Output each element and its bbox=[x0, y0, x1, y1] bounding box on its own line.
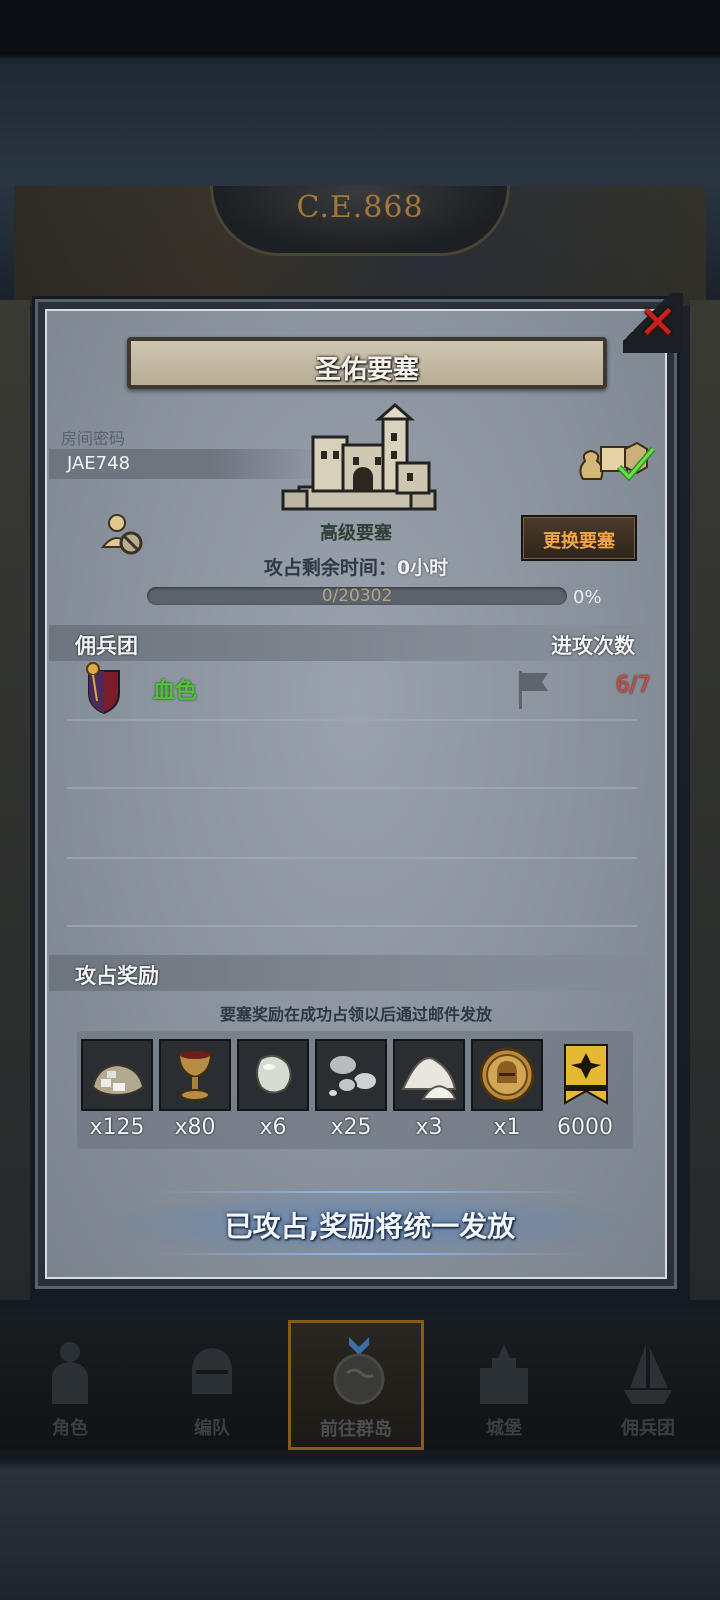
nav-item-mercenaries[interactable]: 佣兵团 bbox=[580, 1330, 716, 1450]
reward-item[interactable]: x125 bbox=[81, 1039, 153, 1143]
member-blocked-icon bbox=[100, 514, 143, 555]
mercenary-section-header: 佣兵团 进攻次数 bbox=[49, 625, 649, 661]
reward-slot bbox=[159, 1039, 231, 1111]
capture-progress-text: 0/20302 bbox=[321, 586, 393, 606]
close-button[interactable]: ✕ bbox=[623, 293, 683, 353]
salt-pile-icon bbox=[401, 1057, 457, 1100]
era-badge: C.E.868 bbox=[210, 186, 510, 256]
reward-item[interactable]: x80 bbox=[159, 1039, 231, 1143]
reward-slot bbox=[81, 1039, 153, 1111]
claimed-status-banner: 已攻占,奖励将统一发放 bbox=[107, 1189, 633, 1259]
reward-qty: x25 bbox=[330, 1115, 372, 1140]
nav-label-mercenaries: 佣兵团 bbox=[621, 1418, 675, 1439]
nav-item-formation[interactable]: 编队 bbox=[144, 1330, 280, 1450]
helmet-icon bbox=[192, 1348, 232, 1394]
reward-qty: x1 bbox=[493, 1115, 521, 1140]
capture-progress-bar: 0/20302 bbox=[147, 586, 567, 606]
reward-header-label: 攻占奖励 bbox=[75, 964, 159, 988]
reward-slot bbox=[471, 1039, 543, 1111]
reward-slot bbox=[237, 1039, 309, 1111]
change-fortress-button[interactable]: 更换要塞 bbox=[521, 515, 637, 561]
reward-item[interactable]: x3 bbox=[393, 1039, 465, 1143]
row-divider bbox=[67, 857, 637, 859]
helmet-coin-icon bbox=[479, 1047, 535, 1103]
banner-line-top bbox=[147, 1191, 593, 1193]
reward-note: 要塞奖励在成功占领以后通过邮件发放 bbox=[219, 1005, 492, 1024]
change-fortress-label: 更换要塞 bbox=[543, 531, 615, 552]
gem-icon bbox=[256, 1054, 292, 1094]
remaining-time-value: 0小时 bbox=[396, 557, 449, 579]
nav-item-islands[interactable]: 前往群岛 bbox=[288, 1320, 424, 1450]
goblet-icon bbox=[177, 1051, 213, 1101]
reward-slot bbox=[315, 1039, 387, 1111]
globe-icon bbox=[333, 1337, 385, 1405]
close-icon: ✕ bbox=[638, 295, 677, 349]
mercenary-name: 血色 bbox=[153, 679, 198, 704]
mercenary-header-label: 佣兵团 bbox=[75, 634, 138, 658]
reward-slot bbox=[393, 1039, 465, 1111]
remaining-time-label: 攻占剩余时间： bbox=[263, 557, 397, 579]
background-side-right bbox=[690, 300, 720, 1300]
nav-item-castle[interactable]: 城堡 bbox=[436, 1330, 572, 1450]
row-divider bbox=[67, 719, 637, 721]
dialog-title: 圣佑要塞 bbox=[314, 355, 419, 385]
room-code: JAE748 bbox=[67, 453, 131, 474]
nav-item-character[interactable]: 角色 bbox=[2, 1330, 138, 1450]
mercenary-row[interactable]: 血色 6/7 bbox=[81, 661, 651, 715]
reward-item[interactable]: x6 bbox=[237, 1039, 309, 1143]
mercenary-emblem-icon bbox=[86, 662, 120, 715]
reward-qty: x80 bbox=[174, 1115, 216, 1140]
reward-item[interactable]: 6000 bbox=[549, 1039, 621, 1143]
reward-item[interactable]: x25 bbox=[315, 1039, 387, 1143]
reward-qty: x6 bbox=[259, 1115, 287, 1140]
claimed-status-text: 已攻占,奖励将统一发放 bbox=[224, 1210, 516, 1243]
castle-nav-icon bbox=[480, 1344, 528, 1404]
title-banner: 圣佑要塞 bbox=[127, 337, 607, 389]
reward-section-header: 攻占奖励 bbox=[49, 955, 649, 991]
nav-label-formation: 编队 bbox=[194, 1418, 230, 1439]
room-label: 房间密码 bbox=[61, 429, 126, 448]
bottom-nav: 角色 编队 前往群岛 城堡 佣兵团 bbox=[0, 1320, 720, 1450]
mercenary-attack-count: 6/7 bbox=[615, 673, 651, 698]
ship-icon bbox=[624, 1344, 672, 1404]
background-side-left bbox=[0, 300, 30, 1300]
nav-label-character: 角色 bbox=[52, 1418, 88, 1439]
nav-label-castle: 城堡 bbox=[486, 1418, 522, 1439]
capture-progress-percent: 0% bbox=[573, 587, 602, 608]
era-text: C.E.868 bbox=[296, 190, 424, 225]
reward-item[interactable]: x1 bbox=[471, 1039, 543, 1143]
row-divider bbox=[67, 925, 637, 927]
row-divider bbox=[67, 787, 637, 789]
knight-icon bbox=[52, 1342, 88, 1404]
dialog-body: 圣佑要塞 房间密码 JAE748 高级要塞 攻占剩余时间：0小时 0/20302… bbox=[45, 309, 667, 1279]
game-screen: C.E.868 圣佑要塞 房间密码 JAE748 高级要塞 攻占剩余时间：0小时… bbox=[0, 0, 720, 1600]
castle-icon bbox=[281, 403, 437, 511]
reward-qty: x3 bbox=[415, 1115, 443, 1140]
fortress-dialog: 圣佑要塞 房间密码 JAE748 高级要塞 攻占剩余时间：0小时 0/20302… bbox=[32, 293, 683, 1292]
reward-qty: 6000 bbox=[557, 1115, 613, 1140]
reward-qty: x125 bbox=[89, 1115, 145, 1140]
flag-icon bbox=[519, 671, 548, 709]
banner-line-bottom bbox=[147, 1253, 593, 1255]
attack-count-header-label: 进攻次数 bbox=[551, 634, 635, 658]
silver-ore-icon bbox=[328, 1054, 378, 1096]
loot-claimed-icon bbox=[579, 441, 656, 482]
nav-label-islands: 前往群岛 bbox=[320, 1419, 392, 1440]
reward-list: x125 x80 x6 x25 x3 x1 6000 bbox=[77, 1031, 633, 1149]
stone-pile-icon bbox=[91, 1063, 145, 1097]
banner-icon bbox=[564, 1044, 608, 1105]
